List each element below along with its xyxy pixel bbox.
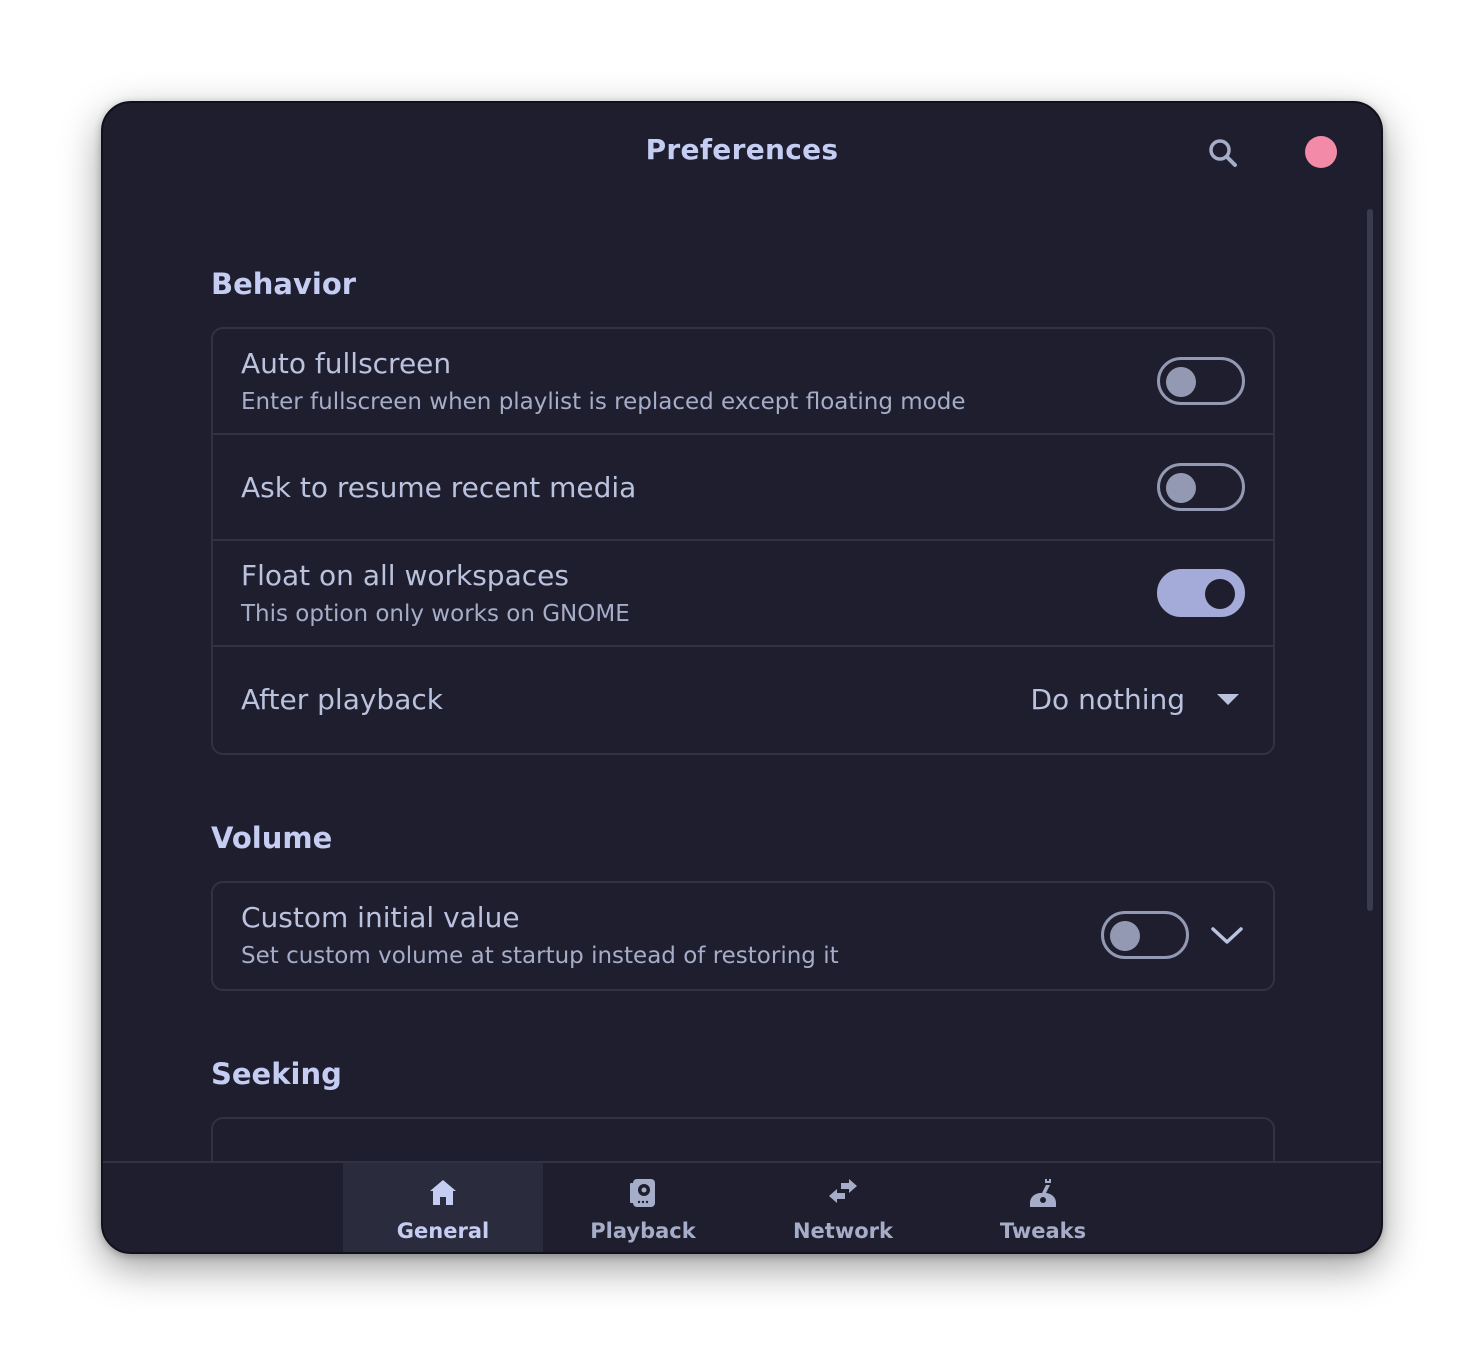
- window-title: Preferences: [645, 133, 839, 166]
- tab-general[interactable]: General: [343, 1163, 543, 1252]
- row-subtitle-custom-initial: Set custom volume at startup instead of …: [241, 943, 839, 969]
- toggle-knob: [1205, 579, 1235, 609]
- after-playback-value[interactable]: Do nothing: [1031, 683, 1186, 716]
- row-float-workspaces[interactable]: Float on all workspaces This option only…: [213, 541, 1273, 647]
- search-button[interactable]: [1205, 135, 1241, 171]
- speaker-icon: [630, 1179, 655, 1207]
- home-icon: [430, 1180, 456, 1205]
- float-workspaces-toggle[interactable]: [1157, 569, 1245, 617]
- network-arrows-icon: [829, 1179, 857, 1203]
- tab-label-general: General: [396, 1219, 490, 1243]
- bottom-tab-bar: General Playback Network Tweaks: [103, 1161, 1381, 1252]
- row-subtitle-auto-fullscreen: Enter fullscreen when playlist is replac…: [241, 389, 966, 415]
- row-title-resume-media: Ask to resume recent media: [241, 471, 637, 504]
- scrollbar[interactable]: [1367, 209, 1373, 911]
- close-button[interactable]: [1305, 136, 1337, 168]
- toggle-knob: [1110, 921, 1140, 951]
- resume-media-toggle[interactable]: [1157, 463, 1245, 511]
- row-title-after-playback: After playback: [241, 683, 443, 716]
- tab-tweaks[interactable]: Tweaks: [943, 1163, 1143, 1252]
- dropdown-arrow-icon[interactable]: [1217, 694, 1239, 706]
- row-auto-fullscreen[interactable]: Auto fullscreen Enter fullscreen when pl…: [213, 329, 1273, 435]
- section-title-behavior: Behavior: [211, 267, 357, 301]
- row-custom-initial-volume[interactable]: Custom initial value Set custom volume a…: [213, 883, 1273, 989]
- toggle-knob: [1166, 367, 1196, 397]
- chevron-down-icon[interactable]: [1209, 923, 1245, 947]
- preferences-scroll-area[interactable]: Behavior Auto fullscreen Enter fullscree…: [103, 203, 1381, 1161]
- header-bar: Preferences: [103, 103, 1381, 203]
- section-title-volume: Volume: [211, 821, 333, 855]
- custom-volume-toggle[interactable]: [1101, 911, 1189, 959]
- row-title-custom-initial: Custom initial value: [241, 901, 520, 934]
- section-title-seeking: Seeking: [211, 1057, 342, 1091]
- row-title-float-workspaces: Float on all workspaces: [241, 559, 569, 592]
- row-subtitle-float-workspaces: This option only works on GNOME: [241, 601, 630, 627]
- behavior-group: Auto fullscreen Enter fullscreen when pl…: [211, 327, 1275, 755]
- auto-fullscreen-toggle[interactable]: [1157, 357, 1245, 405]
- search-icon: [1209, 139, 1237, 167]
- wrench-icon: [1030, 1179, 1056, 1207]
- row-resume-media[interactable]: Ask to resume recent media: [213, 435, 1273, 541]
- toggle-knob: [1166, 473, 1196, 503]
- preferences-window: Preferences Behavior Auto fullscreen Ent…: [101, 101, 1383, 1254]
- tab-label-tweaks: Tweaks: [999, 1219, 1087, 1243]
- row-after-playback[interactable]: After playback Do nothing: [213, 647, 1273, 753]
- seeking-group: [211, 1117, 1275, 1161]
- tab-playback[interactable]: Playback: [543, 1163, 743, 1252]
- volume-group: Custom initial value Set custom volume a…: [211, 881, 1275, 991]
- row-title-auto-fullscreen: Auto fullscreen: [241, 347, 452, 380]
- tab-network[interactable]: Network: [743, 1163, 943, 1252]
- tab-label-network: Network: [792, 1219, 893, 1243]
- tab-label-playback: Playback: [590, 1219, 696, 1243]
